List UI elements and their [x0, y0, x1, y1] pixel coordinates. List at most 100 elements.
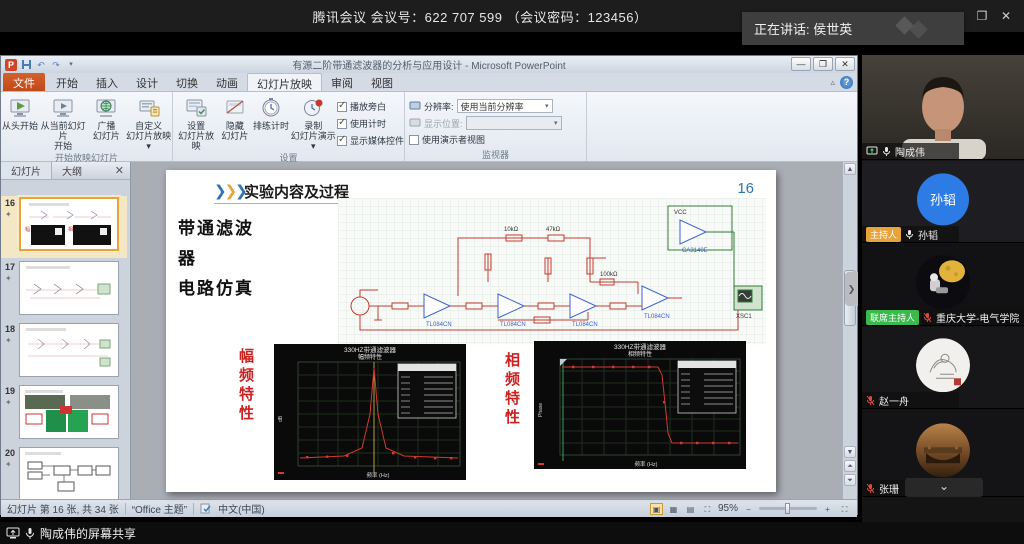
participants-sidebar: 陶成伟 孙韬 主持人 孙韬 联席主持人 重庆大学-电: [862, 55, 1024, 522]
mic-muted-icon: [923, 312, 932, 323]
chevron-right-icon: ❯: [848, 284, 856, 294]
svg-text:TL084CN: TL084CN: [500, 322, 526, 328]
show-media-controls-checkbox[interactable]: 显示媒体控件: [337, 134, 404, 147]
restore-icon[interactable]: ❐: [974, 8, 990, 24]
fit-to-window-icon[interactable]: ⛶: [838, 503, 851, 515]
video-tile-cqu[interactable]: 联席主持人 重庆大学-电气学院: [862, 244, 1024, 326]
resolution-label: 分辨率:: [424, 100, 454, 113]
next-slide-icon[interactable]: ⏷: [844, 474, 856, 486]
normal-view-button[interactable]: ▣: [650, 503, 663, 515]
ppt-minimize-button[interactable]: —: [791, 57, 811, 71]
tab-home[interactable]: 开始: [47, 73, 87, 91]
ribbon-tab-row: 文件 开始 插入 设计 切换 动画 幻灯片放映 审阅 视图 ▵ ?: [1, 73, 857, 92]
record-slideshow-button[interactable]: 录制 幻灯片演示 ▾: [289, 95, 337, 151]
ppt-statusbar: 幻灯片 第 16 张, 共 34 张 “Office 主题” 中文(中国) ▣ …: [1, 499, 857, 517]
play-narrations-checkbox[interactable]: 播放旁白: [337, 100, 404, 113]
thumbnail-slide-19[interactable]: 19✦: [1, 384, 127, 442]
zoom-out-icon[interactable]: −: [742, 503, 755, 515]
avatar-initials: 孙韬: [917, 173, 969, 225]
record-icon: [302, 97, 324, 119]
ppt-titlebar: P ↶ ↷ ▾ 有源二阶带通滤波器的分析与应用设计 - Microsoft Po…: [1, 56, 857, 73]
slideshow-view-button[interactable]: ⛶: [701, 503, 714, 515]
sketch-avatar: [916, 338, 970, 392]
spellcheck-icon[interactable]: [200, 503, 212, 514]
title-chevrons-icon: ❯❯❯: [214, 182, 246, 200]
thumbnail-slide-17[interactable]: 17✦: [1, 260, 127, 318]
ribbon-collapse-icon[interactable]: ▵: [830, 77, 835, 88]
thumbnail-slide-16[interactable]: 16✦ 幅相: [1, 196, 127, 258]
mic-on-icon: [882, 146, 891, 157]
custom-slideshow-button[interactable]: 自定义 幻灯片放映 ▾: [125, 95, 172, 151]
svg-text:330HZ带通滤波器: 330HZ带通滤波器: [614, 342, 667, 351]
use-timings-checkbox[interactable]: 使用计时: [337, 117, 404, 130]
svg-text:47kΩ: 47kΩ: [546, 227, 561, 233]
svg-text:幅: 幅: [25, 226, 30, 233]
from-beginning-button[interactable]: 从头开始: [1, 95, 39, 131]
zoom-slider[interactable]: [759, 507, 817, 510]
svg-text:Phase: Phase: [538, 403, 544, 417]
tab-transitions[interactable]: 切换: [167, 73, 207, 91]
slide-sorter-view-button[interactable]: ▦: [667, 503, 680, 515]
monitor-disabled-icon: [409, 118, 421, 128]
from-current-slide-button[interactable]: 从当前幻灯片 开始: [39, 95, 87, 151]
tab-design[interactable]: 设计: [127, 73, 167, 91]
previous-slide-icon[interactable]: ⏶: [844, 460, 856, 472]
help-icon[interactable]: ?: [840, 76, 853, 89]
presenter-view-checkbox[interactable]: 使用演示者视图: [409, 133, 562, 146]
scroll-up-icon[interactable]: ▲: [844, 163, 856, 175]
scroll-down-icon[interactable]: ▼: [844, 446, 856, 458]
meeting-logo-watermark-icon: [898, 19, 938, 39]
thumbnail-slide-20[interactable]: 20✦: [1, 446, 127, 499]
video-tile-taochengwei[interactable]: 陶成伟: [862, 55, 1024, 160]
more-participants-button[interactable]: ⌄: [905, 478, 983, 497]
video-tile-zhaoyizhou[interactable]: 赵一舟: [862, 327, 1024, 409]
setup-slideshow-button[interactable]: 设置 幻灯片放映: [175, 95, 217, 151]
tab-view[interactable]: 视图: [362, 73, 402, 91]
svg-text:XSC1: XSC1: [736, 314, 752, 320]
close-icon[interactable]: ✕: [998, 8, 1014, 24]
phase-plot: 330HZ带通滤波器 相频特性: [534, 341, 746, 469]
slide-scrollbar[interactable]: ▲ ▼ ⏶ ⏷: [842, 162, 857, 499]
language-indicator[interactable]: 中文(中国): [218, 501, 265, 516]
setup-checkboxes: 播放旁白 使用计时 显示媒体控件: [337, 95, 404, 147]
rehearse-timings-button[interactable]: 排练计时: [252, 95, 289, 131]
hide-slide-button[interactable]: 隐藏 幻灯片: [217, 95, 252, 141]
phase-label: 相频特性: [504, 352, 522, 448]
show-on-dropdown: ▾: [466, 116, 562, 130]
sidebar-collapse-handle[interactable]: ❯: [845, 272, 858, 306]
tab-insert[interactable]: 插入: [87, 73, 127, 91]
slide: ❯❯❯ 实验内容及过程 16 带通滤波器 电路仿真: [166, 170, 776, 492]
theme-name: “Office 主题”: [132, 501, 187, 516]
ppt-restore-button[interactable]: ❐: [813, 57, 833, 71]
mic-on-icon: [25, 527, 35, 540]
panel-tab-slides[interactable]: 幻灯片: [1, 162, 52, 179]
play-from-current-icon: [52, 97, 74, 119]
svg-text:TL084CN: TL084CN: [572, 322, 598, 328]
video-tile-suntao[interactable]: 孙韬 主持人 孙韬: [862, 161, 1024, 243]
setup-slideshow-icon: [185, 97, 207, 119]
svg-text:TL084CN: TL084CN: [426, 322, 452, 328]
zoom-slider-thumb[interactable]: [785, 503, 790, 514]
zoom-in-icon[interactable]: +: [821, 503, 834, 515]
panel-close-icon[interactable]: ✕: [115, 164, 130, 177]
tab-animations[interactable]: 动画: [207, 73, 247, 91]
slide-thumbnail-panel: 幻灯片 大纲 ✕ 16✦ 幅相 17✦ 18✦: [1, 162, 131, 499]
svg-text:CA3140E: CA3140E: [682, 248, 708, 254]
resolution-dropdown[interactable]: 使用当前分辨率▾: [457, 99, 553, 113]
participant-name: 陶成伟: [895, 144, 925, 159]
tab-file[interactable]: 文件: [3, 73, 45, 91]
thumbnail-slide-18[interactable]: 18✦: [1, 322, 127, 380]
zoom-level[interactable]: 95%: [718, 503, 738, 514]
broadcast-slideshow-button[interactable]: 广播 幻灯片: [87, 95, 125, 141]
reading-view-button[interactable]: ▤: [684, 503, 697, 515]
ppt-close-button[interactable]: ✕: [835, 57, 855, 71]
svg-text:频率 (Hz): 频率 (Hz): [635, 460, 658, 468]
play-from-start-icon: [9, 97, 31, 119]
share-banner-text: 陶成伟的屏幕共享: [40, 525, 136, 542]
animation-star-icon: ✦: [5, 210, 12, 219]
tab-review[interactable]: 审阅: [322, 73, 362, 91]
panel-tab-outline[interactable]: 大纲: [52, 162, 92, 179]
tab-slideshow[interactable]: 幻灯片放映: [247, 73, 322, 91]
mic-muted-icon: [866, 395, 875, 406]
custom-slideshow-icon: [138, 97, 160, 119]
